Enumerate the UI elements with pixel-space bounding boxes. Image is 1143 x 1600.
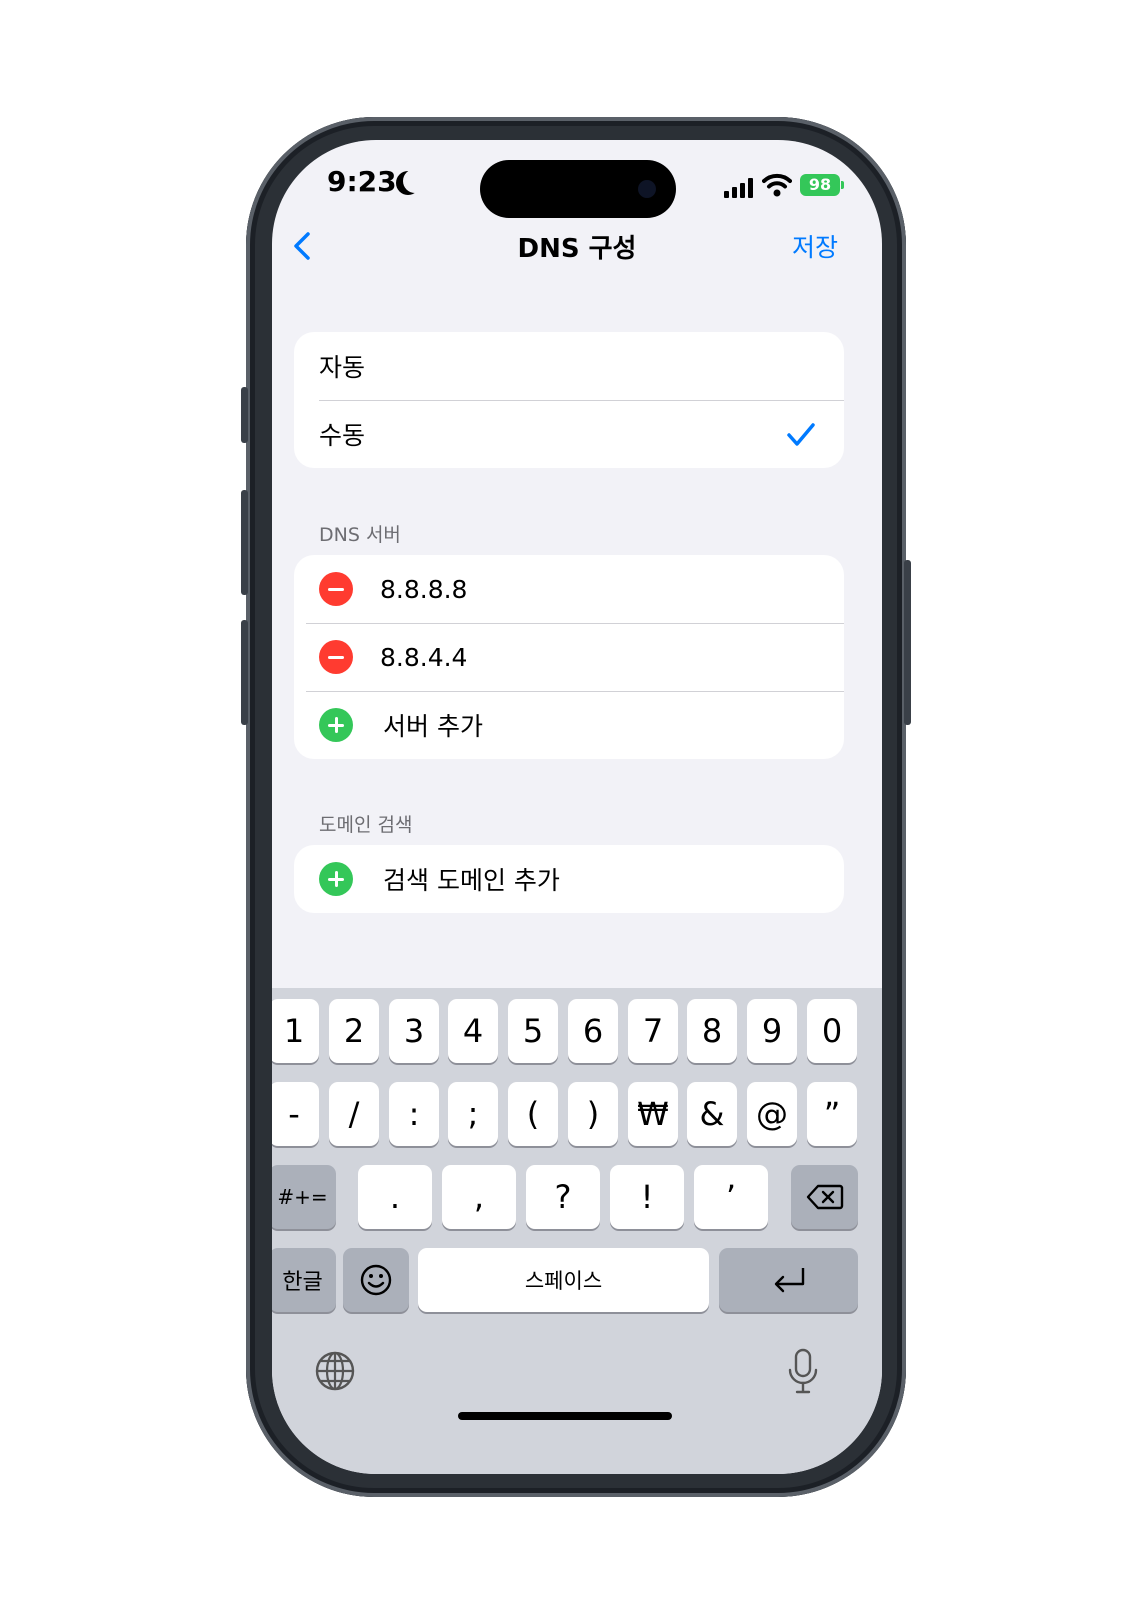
dns-server-address[interactable]: 8.8.8.8 — [380, 575, 467, 604]
dns-servers-header: DNS 서버 — [319, 524, 401, 546]
dns-server-address[interactable]: 8.8.4.4 — [380, 643, 467, 672]
camera-icon — [638, 180, 656, 198]
emoji-icon — [360, 1264, 392, 1296]
mode-option-label: 자동 — [319, 353, 366, 382]
key-9[interactable]: 9 — [747, 999, 797, 1063]
key-open-paren[interactable]: ( — [508, 1082, 558, 1146]
key-apostrophe[interactable]: ’ — [694, 1165, 768, 1229]
backspace-key[interactable] — [791, 1165, 858, 1229]
key-5[interactable]: 5 — [508, 999, 558, 1063]
save-button[interactable]: 저장 — [792, 228, 838, 264]
add-search-domain-label: 검색 도메인 추가 — [383, 866, 560, 895]
volume-up-button — [241, 490, 248, 595]
screen: 9:23 98 DNS 구성 저장 자동 수동 DNS 서버 8.8.8.8 8… — [272, 140, 882, 1474]
key-4[interactable]: 4 — [448, 999, 498, 1063]
checkmark-icon — [787, 423, 815, 446]
remove-circle-icon[interactable] — [319, 572, 353, 606]
key-period[interactable]: . — [358, 1165, 432, 1229]
key-6[interactable]: 6 — [568, 999, 618, 1063]
mode-option-automatic[interactable]: 자동 — [294, 332, 844, 400]
signal-icon — [724, 178, 756, 198]
dns-server-row: 8.8.4.4 — [294, 623, 844, 691]
key-8[interactable]: 8 — [687, 999, 737, 1063]
home-indicator — [458, 1412, 672, 1420]
search-domains-header: 도메인 검색 — [319, 814, 413, 836]
search-domains-group: 검색 도메인 추가 — [294, 845, 844, 913]
key-3[interactable]: 3 — [389, 999, 439, 1063]
wifi-icon — [762, 173, 792, 197]
remove-circle-icon[interactable] — [319, 640, 353, 674]
volume-down-button — [241, 620, 248, 725]
microphone-icon[interactable] — [786, 1348, 820, 1396]
battery-icon: 98 — [800, 174, 840, 196]
return-icon — [774, 1268, 804, 1293]
backspace-icon — [806, 1184, 843, 1210]
dynamic-island — [480, 160, 676, 218]
add-server-row[interactable]: 서버 추가 — [294, 691, 844, 759]
add-circle-icon — [319, 708, 353, 742]
key-hyphen[interactable]: - — [272, 1082, 319, 1146]
key-at[interactable]: @ — [747, 1082, 797, 1146]
key-close-paren[interactable]: ) — [568, 1082, 618, 1146]
key-exclamation[interactable]: ! — [610, 1165, 684, 1229]
key-ampersand[interactable]: & — [687, 1082, 737, 1146]
status-time: 9:23 — [327, 165, 397, 198]
key-0[interactable]: 0 — [807, 999, 857, 1063]
key-won[interactable]: ₩ — [628, 1082, 678, 1146]
key-2[interactable]: 2 — [329, 999, 379, 1063]
add-search-domain-row[interactable]: 검색 도메인 추가 — [294, 845, 844, 913]
key-symbols-toggle[interactable]: #+= — [272, 1165, 336, 1229]
space-key[interactable]: 스페이스 — [418, 1248, 709, 1312]
add-circle-icon — [319, 862, 353, 896]
key-question[interactable]: ? — [526, 1165, 600, 1229]
moon-icon — [403, 169, 427, 193]
power-button — [904, 560, 911, 725]
key-quote[interactable]: ” — [807, 1082, 857, 1146]
silent-switch — [241, 387, 248, 443]
dns-server-row: 8.8.8.8 — [294, 555, 844, 623]
keyboard: 1 2 3 4 5 6 7 8 9 0 - / : ; ( ) ₩ & @ ” … — [272, 988, 882, 1474]
mode-option-manual[interactable]: 수동 — [294, 400, 844, 468]
dns-servers-group: 8.8.8.8 8.8.4.4 서버 추가 — [294, 555, 844, 759]
key-comma[interactable]: , — [442, 1165, 516, 1229]
key-semicolon[interactable]: ; — [448, 1082, 498, 1146]
page-title: DNS 구성 — [517, 234, 637, 264]
globe-icon[interactable] — [314, 1350, 356, 1392]
dns-mode-group: 자동 수동 — [294, 332, 844, 468]
key-7[interactable]: 7 — [628, 999, 678, 1063]
battery-level: 98 — [808, 175, 832, 194]
return-key[interactable] — [719, 1248, 858, 1312]
language-key[interactable]: 한글 — [272, 1248, 336, 1312]
mode-option-label: 수동 — [319, 421, 366, 450]
key-slash[interactable]: / — [329, 1082, 379, 1146]
key-colon[interactable]: : — [389, 1082, 439, 1146]
battery-cap — [841, 181, 844, 189]
emoji-key[interactable] — [343, 1248, 409, 1312]
key-1[interactable]: 1 — [272, 999, 319, 1063]
add-server-label: 서버 추가 — [383, 712, 483, 741]
